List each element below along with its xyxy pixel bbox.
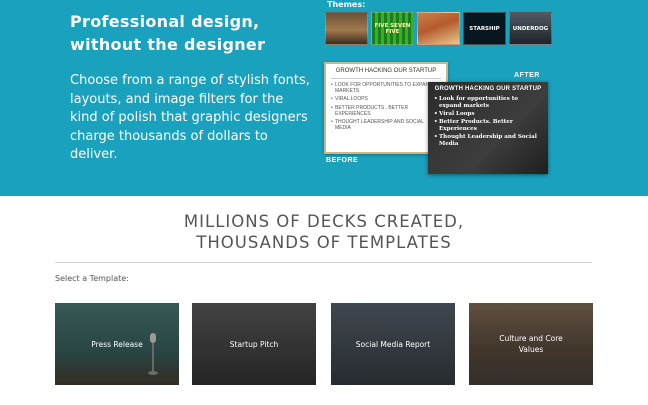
template-tile-press-release[interactable]: Press Release (55, 303, 179, 385)
template-tile-label: Press Release (91, 339, 143, 349)
after-bullet: Look for opportunities to expand markets (434, 96, 542, 110)
template-tile-social-media-report[interactable]: Social Media Report (331, 303, 455, 385)
theme-thumbnail-label: UNDERDOG (512, 25, 549, 32)
theme-thumbnail-label: FIVE SEVEN FIVE (374, 22, 411, 35)
theme-thumbnail-label: STARSHIP (469, 25, 500, 32)
after-bullet: Thought Leadership and Social Media (434, 134, 542, 148)
template-tile-label: Startup Pitch (229, 339, 279, 349)
template-tile-startup-pitch[interactable]: Startup Pitch (192, 303, 316, 385)
select-template-label: Select a Template: (55, 274, 129, 283)
after-slide-title: GROWTH HACKING OUR STARTUP (434, 86, 542, 92)
hero-description: Choose from a range of stylish fonts, la… (70, 73, 310, 162)
theme-thumbnail-3[interactable] (417, 12, 460, 45)
theme-thumbnail-5[interactable]: UNDERDOG (509, 12, 552, 45)
template-tile-culture-core-values[interactable]: Culture and Core Values (469, 303, 593, 385)
before-slide-bullets: Look for opportunities to expand markets… (331, 82, 441, 131)
section-title-line-2: THOUSANDS OF TEMPLATES (196, 233, 452, 252)
template-tile-label: Culture and Core Values (499, 334, 563, 354)
after-label: AFTER (514, 72, 540, 79)
template-tile-label: Social Media Report (355, 339, 431, 349)
section-title-line-1: MILLIONS OF DECKS CREATED, (183, 212, 465, 231)
before-bullet: Viral Loops (331, 96, 441, 102)
theme-thumbnail-1[interactable] (325, 12, 368, 45)
before-label: BEFORE (326, 157, 359, 164)
divider (55, 262, 592, 263)
theme-thumbnail-2[interactable]: FIVE SEVEN FIVE (371, 12, 414, 45)
themes-label: Themes: (327, 0, 366, 9)
before-slide-title: GROWTH HACKING OUR STARTUP (331, 68, 441, 79)
before-bullet: Look for opportunities to expand markets (331, 82, 441, 94)
after-bullet: Better Products. Better Experiences (434, 119, 542, 133)
before-bullet: Better Products , Better Experiences (331, 105, 441, 117)
before-bullet: Thought Leadership and Social Media (331, 119, 441, 131)
after-bullet: Viral Loops (434, 111, 542, 118)
hero-headline: Professional design, without the designe… (70, 12, 266, 54)
theme-thumbnail-4[interactable]: STARSHIP (463, 12, 506, 45)
after-slide-preview: GROWTH HACKING OUR STARTUP Look for oppo… (428, 82, 548, 174)
after-slide-bullets: Look for opportunities to expand markets… (434, 96, 542, 148)
hero-banner: Professional design, without the designe… (0, 0, 648, 196)
section-title: MILLIONS OF DECKS CREATED, THOUSANDS OF … (0, 211, 648, 253)
